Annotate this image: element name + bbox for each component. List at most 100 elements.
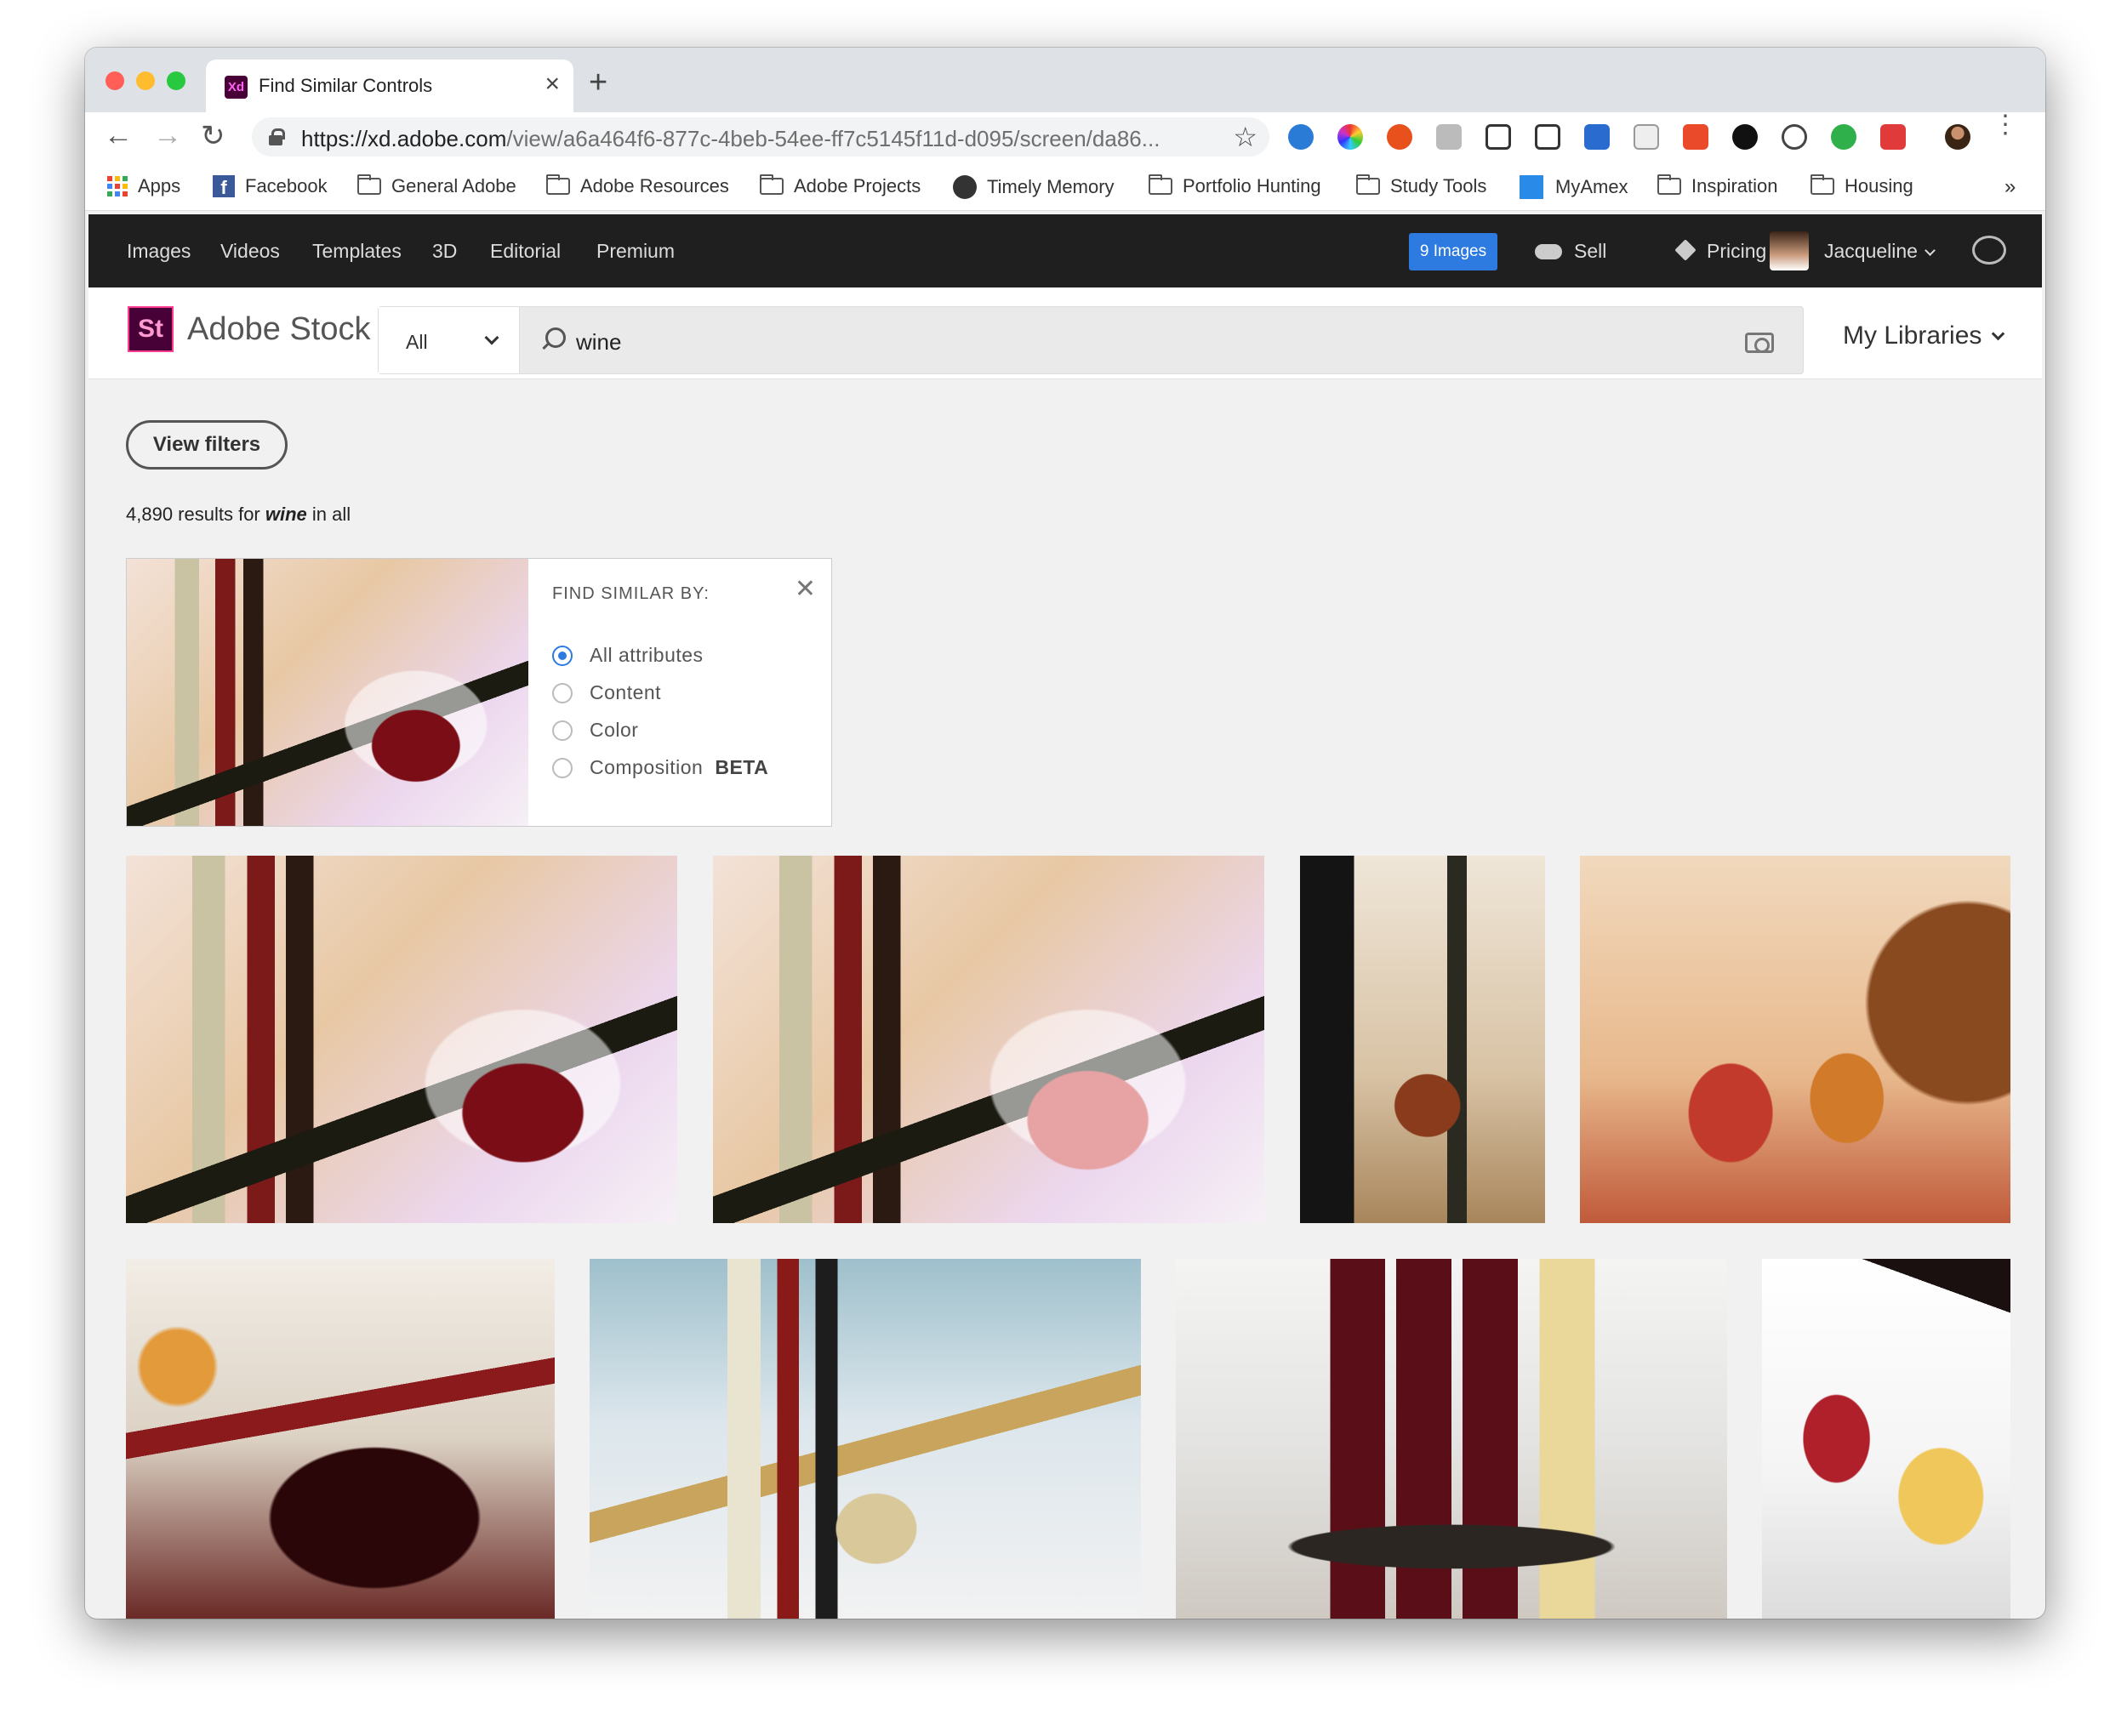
search-input[interactable]: wine bbox=[576, 329, 621, 356]
screenshot-extension-icon[interactable] bbox=[1485, 124, 1511, 150]
zoom-window-button[interactable] bbox=[167, 71, 185, 90]
bookmark-adobe-projects[interactable]: Adobe Projects bbox=[760, 174, 921, 197]
nav-templates[interactable]: Templates bbox=[312, 240, 402, 263]
category-select[interactable]: All bbox=[379, 307, 520, 373]
option-color[interactable]: Color bbox=[552, 719, 638, 742]
close-window-button[interactable] bbox=[105, 71, 124, 90]
option-all-attributes[interactable]: All attributes bbox=[552, 644, 704, 667]
search-icon bbox=[540, 327, 566, 350]
adobe-stock-logo[interactable]: St bbox=[128, 306, 174, 352]
url-text[interactable]: https://xd.adobe.com/view/a6a464f6-877c-… bbox=[301, 126, 1160, 152]
rp-extension-icon[interactable] bbox=[1436, 124, 1462, 150]
nav-3d[interactable]: 3D bbox=[432, 240, 457, 263]
nav-videos[interactable]: Videos bbox=[220, 240, 280, 263]
compass-extension-icon[interactable] bbox=[1288, 124, 1314, 150]
result-image[interactable] bbox=[1176, 1259, 1727, 1619]
creative-cloud-icon[interactable] bbox=[1972, 236, 2006, 265]
stock-top-nav: Images Videos Templates 3D Editorial Pre… bbox=[88, 214, 2042, 287]
lock-icon bbox=[269, 128, 285, 145]
evernote-extension-icon[interactable] bbox=[1831, 124, 1856, 150]
forward-arrow-icon[interactable]: → bbox=[153, 119, 182, 152]
result-image[interactable] bbox=[590, 1259, 1141, 1619]
folder-icon bbox=[357, 174, 381, 195]
result-image[interactable] bbox=[126, 856, 677, 1223]
bolt-extension-icon[interactable] bbox=[1732, 124, 1758, 150]
option-composition[interactable]: Composition BETA bbox=[552, 756, 768, 779]
bookmark-housing[interactable]: Housing bbox=[1811, 174, 1913, 197]
reload-icon[interactable]: ↻ bbox=[201, 119, 225, 153]
price-tag-icon bbox=[1674, 239, 1696, 261]
result-image[interactable] bbox=[1762, 1259, 2010, 1619]
bookmark-timely-memory[interactable]: Timely Memory bbox=[953, 175, 1115, 199]
pricing-link[interactable]: Pricing bbox=[1674, 239, 1766, 263]
browser-window: Xd Find Similar Controls × + ← → ↻ https… bbox=[85, 48, 2045, 1619]
search-box: All wine bbox=[378, 306, 1804, 374]
a-extension-icon[interactable] bbox=[1584, 124, 1610, 150]
bulb-extension-icon[interactable] bbox=[1782, 124, 1807, 150]
bookmark-study-tools[interactable]: Study Tools bbox=[1356, 174, 1486, 197]
profile-avatar-icon[interactable] bbox=[1945, 124, 1970, 150]
find-similar-header: FIND SIMILAR BY: bbox=[552, 584, 710, 603]
bookmarks-overflow-chevron[interactable]: » bbox=[2004, 175, 2016, 199]
tab-find-similar-controls[interactable]: Xd Find Similar Controls × bbox=[206, 60, 573, 112]
close-icon[interactable]: ✕ bbox=[795, 574, 816, 604]
p-extension-icon[interactable] bbox=[1387, 124, 1412, 150]
url-host: https://xd.adobe.com bbox=[301, 126, 507, 151]
find-similar-panel: FIND SIMILAR BY: ✕ All attributes Conten… bbox=[126, 558, 832, 827]
back-arrow-icon[interactable]: ← bbox=[104, 119, 133, 152]
images-cart-button[interactable]: 9 Images bbox=[1409, 233, 1497, 270]
radio-icon[interactable] bbox=[552, 720, 573, 741]
tab-title: Find Similar Controls bbox=[259, 75, 433, 96]
bookmark-adobe-resources[interactable]: Adobe Resources bbox=[546, 174, 729, 197]
capture-extension-icon[interactable] bbox=[1535, 124, 1560, 150]
color-wheel-extension-icon[interactable] bbox=[1337, 124, 1363, 150]
radio-icon[interactable] bbox=[552, 682, 573, 703]
result-image[interactable] bbox=[713, 856, 1264, 1223]
bookmark-facebook[interactable]: f Facebook bbox=[213, 175, 328, 198]
nav-images[interactable]: Images bbox=[127, 240, 191, 263]
result-image[interactable] bbox=[1580, 856, 2010, 1223]
chrome-menu-icon[interactable]: ⋮ bbox=[1993, 112, 2018, 138]
chevron-down-icon bbox=[1925, 245, 1936, 256]
bookmark-apps[interactable]: Apps bbox=[107, 175, 180, 197]
results-summary: 4,890 results for wine in all bbox=[126, 504, 351, 525]
folder-icon bbox=[1657, 174, 1681, 195]
result-image[interactable] bbox=[126, 1259, 555, 1619]
nav-editorial[interactable]: Editorial bbox=[490, 240, 561, 263]
bookmark-general-adobe[interactable]: General Adobe bbox=[357, 174, 516, 197]
minimize-window-button[interactable] bbox=[136, 71, 155, 90]
facebook-icon: f bbox=[213, 175, 235, 198]
nav-premium[interactable]: Premium bbox=[596, 240, 675, 263]
bookmark-portfolio-hunting[interactable]: Portfolio Hunting bbox=[1149, 174, 1321, 197]
view-filters-button[interactable]: View filters bbox=[126, 420, 288, 470]
percent-extension-icon[interactable] bbox=[1683, 124, 1708, 150]
new-tab-plus-icon[interactable]: + bbox=[589, 65, 607, 101]
radio-icon[interactable] bbox=[552, 757, 573, 778]
amex-icon bbox=[1520, 175, 1543, 199]
adobe-stock-brand[interactable]: Adobe Stock bbox=[187, 311, 370, 348]
tab-strip: Xd Find Similar Controls × + bbox=[85, 48, 2045, 112]
sell-link[interactable]: Sell bbox=[1535, 240, 1606, 263]
my-libraries-dropdown[interactable]: My Libraries bbox=[1843, 322, 2005, 350]
user-menu[interactable]: Jacqueline bbox=[1824, 240, 1936, 263]
url-path: /view/a6a464f6-877c-4beb-54ee-ff7c5145f1… bbox=[506, 126, 1160, 151]
bookmark-star-icon[interactable]: ☆ bbox=[1233, 121, 1257, 153]
result-image[interactable] bbox=[1300, 856, 1545, 1223]
browser-toolbar: ← → ↻ https://xd.adobe.com/view/a6a464f6… bbox=[85, 112, 2045, 162]
option-content[interactable]: Content bbox=[552, 681, 661, 704]
category-select-value: All bbox=[406, 331, 428, 353]
folder-icon bbox=[546, 174, 570, 195]
bookmark-inspiration[interactable]: Inspiration bbox=[1657, 174, 1778, 197]
tab-close-icon[interactable]: × bbox=[545, 70, 560, 99]
radio-selected-icon[interactable] bbox=[552, 645, 573, 666]
user-avatar[interactable] bbox=[1770, 231, 1809, 270]
chevron-down-icon bbox=[484, 330, 499, 345]
address-bar[interactable]: https://xd.adobe.com/view/a6a464f6-877c-… bbox=[252, 117, 1269, 157]
cast-extension-icon[interactable] bbox=[1634, 124, 1659, 150]
xd-favicon-icon: Xd bbox=[225, 76, 248, 99]
bookmark-myamex[interactable]: MyAmex bbox=[1520, 175, 1628, 199]
folder-icon bbox=[1356, 174, 1380, 195]
folder-icon bbox=[760, 174, 784, 195]
stack-extension-icon[interactable] bbox=[1880, 124, 1906, 150]
camera-search-icon[interactable] bbox=[1745, 333, 1774, 353]
